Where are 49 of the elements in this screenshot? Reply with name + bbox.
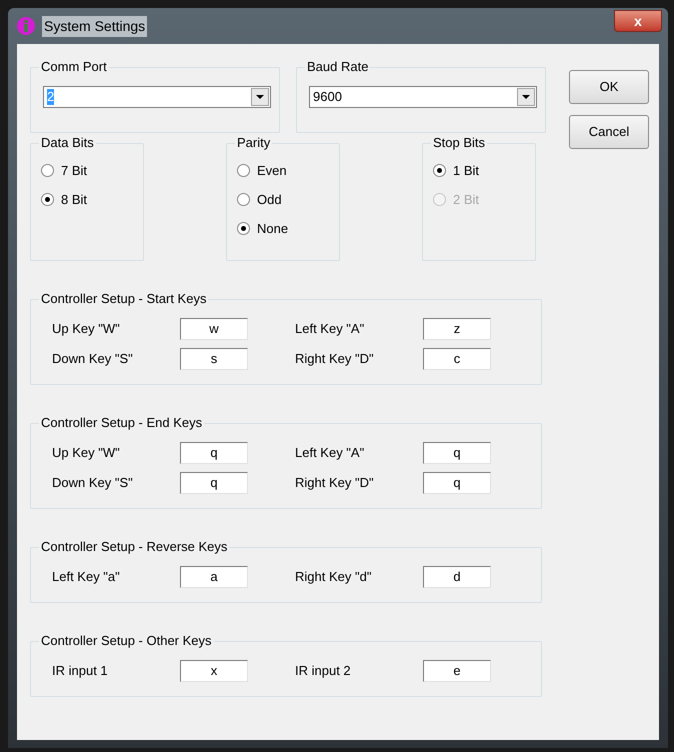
key-label: Left Key "A": [295, 320, 366, 338]
key-label: Up Key "W": [52, 444, 121, 462]
key-label: Right Key "D": [295, 350, 375, 368]
key-input-field[interactable]: q: [180, 442, 248, 464]
dialog-button[interactable]: OK: [569, 70, 649, 104]
radio-label: 8 Bit: [61, 190, 88, 209]
key-input-field[interactable]: x: [180, 660, 248, 682]
radio-button[interactable]: [41, 193, 54, 206]
app-icon: [16, 16, 36, 36]
radio-label: None: [257, 220, 288, 238]
radio-button[interactable]: [237, 222, 250, 235]
radio-button[interactable]: [433, 164, 446, 177]
key-label: Down Key "S": [52, 350, 134, 368]
radio-label: Odd: [257, 190, 282, 209]
key-input-field[interactable]: q: [423, 472, 491, 494]
dialog-button[interactable]: Cancel: [569, 115, 649, 149]
field-value: 9600: [313, 89, 342, 105]
key-label: Down Key "S": [52, 474, 134, 492]
radio-button[interactable]: [237, 164, 250, 177]
radio-label: 2 Bit: [453, 190, 480, 209]
radio-label: Even: [257, 162, 287, 180]
dropdown-field[interactable]: 9600: [309, 86, 537, 108]
key-label: IR input 1: [52, 662, 109, 680]
caret-icon: [522, 95, 530, 99]
key-input-field[interactable]: q: [180, 472, 248, 494]
field-value: 2: [47, 89, 54, 105]
dropdown-arrow-button[interactable]: [251, 88, 269, 106]
key-input-field[interactable]: q: [423, 442, 491, 464]
key-label: Up Key "W": [52, 320, 121, 338]
caret-icon: [256, 95, 264, 99]
key-input-field[interactable]: c: [423, 348, 491, 370]
window-title: System Settings: [42, 16, 148, 36]
radio-label: 7 Bit: [61, 162, 88, 180]
key-label: Right Key "d": [295, 568, 372, 586]
key-input-field[interactable]: a: [180, 566, 248, 588]
key-label: Right Key "D": [295, 474, 375, 492]
radio-label: 1 Bit: [453, 162, 480, 180]
key-input-field[interactable]: d: [423, 566, 491, 588]
key-input-field[interactable]: s: [180, 348, 248, 370]
key-label: Left Key "a": [52, 568, 121, 586]
radio-button[interactable]: [237, 193, 250, 206]
key-input-field[interactable]: w: [180, 318, 248, 340]
close-button[interactable]: x: [614, 10, 662, 32]
key-input-field[interactable]: z: [423, 318, 491, 340]
key-label: IR input 2: [295, 662, 352, 680]
dropdown-arrow-button[interactable]: [517, 88, 535, 106]
key-input-field[interactable]: e: [423, 660, 491, 682]
key-label: Left Key "A": [295, 444, 366, 462]
radio-button[interactable]: [41, 164, 54, 177]
